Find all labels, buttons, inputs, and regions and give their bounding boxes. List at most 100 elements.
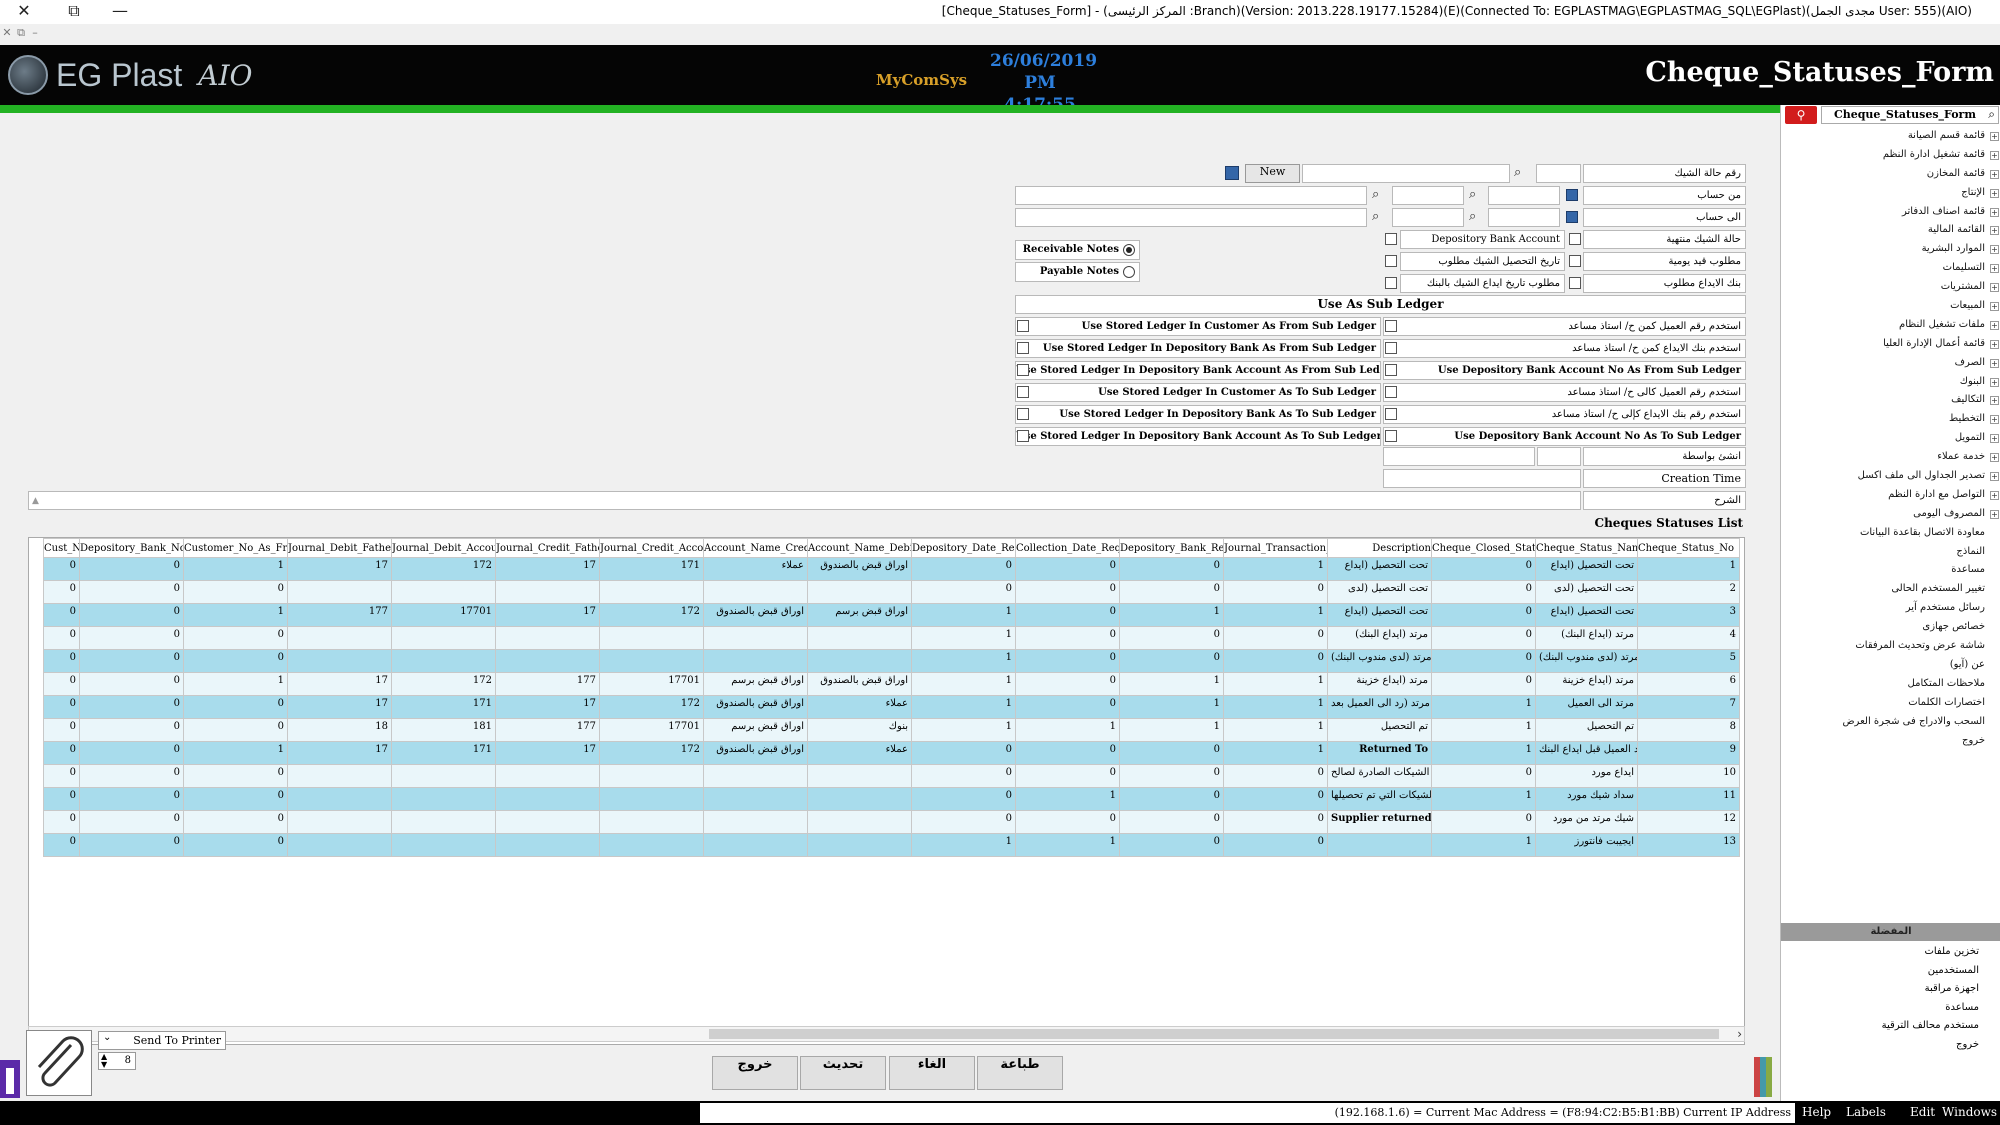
side-tab-icon[interactable] [0, 1060, 20, 1098]
payable-notes-radio[interactable] [1123, 266, 1135, 278]
search-icon[interactable]: ⌕ [1514, 164, 1521, 182]
expand-icon[interactable]: + [1990, 472, 1999, 482]
sidebar-item[interactable]: معاودة الاتصال بقاعدة البيانات [1781, 524, 2000, 543]
scrollbar-thumb[interactable] [709, 1029, 1719, 1039]
sidebar-item[interactable]: قائمة أعمال الإدارة العليا + [1781, 335, 2000, 354]
books-icon[interactable] [1754, 1057, 1772, 1097]
expand-icon[interactable]: + [1990, 132, 1999, 141]
column-header[interactable]: Journal_Debit_Account [391, 538, 496, 558]
sub-ledger-right-checkbox[interactable] [1385, 430, 1397, 442]
sidebar-item[interactable]: السحب والادراج فى شجرة العرض [1781, 713, 2000, 732]
receivable-notes-option[interactable]: Receivable Notes [1015, 240, 1140, 260]
search-icon[interactable]: ⌕ [1372, 186, 1379, 204]
horizontal-scrollbar[interactable]: › [28, 1026, 1745, 1042]
expand-icon[interactable]: + [1990, 377, 1999, 387]
expand-icon[interactable]: + [1990, 453, 1999, 463]
description-input[interactable] [28, 491, 1581, 510]
table-row[interactable]: 0 0 0 0 0 0 0 تحت التحصيل (لدى 0 تحت التحصيل (لدى… [43, 580, 1740, 604]
menu-help[interactable]: Help [1802, 1105, 1831, 1119]
table-row[interactable]: 0 0 0 0 1 0 0 الشيكات التي تم تحصيلها 1 سداد شيك … [43, 787, 1740, 811]
expand-icon[interactable]: + [1990, 509, 1999, 519]
sidebar-item[interactable]: خصائص جهازى [1781, 618, 2000, 637]
expand-icon[interactable]: + [1990, 339, 1999, 349]
sub-ledger-left-checkbox[interactable] [1017, 320, 1029, 332]
column-header[interactable]: Journal_Credit_Account [599, 538, 704, 558]
sidebar-item[interactable]: قائمة تشغيل ادارة النظم + [1781, 146, 2000, 165]
sidebar-item[interactable]: التمويل + [1781, 429, 2000, 448]
sidebar-item[interactable]: ملفات تشغيل النظام + [1781, 316, 2000, 335]
column-header[interactable]: Cheque_Closed_Status [1431, 538, 1536, 558]
cheque-status-no-input[interactable] [1536, 164, 1581, 183]
sub-ledger-right-checkbox[interactable] [1385, 364, 1397, 376]
exit-button[interactable]: خروج [712, 1056, 798, 1090]
search-button[interactable]: ⚲ [1785, 106, 1817, 124]
expand-icon[interactable]: + [1990, 264, 1999, 274]
column-header[interactable]: Account_Name_Credit_Acc [703, 538, 808, 558]
record-icon[interactable] [1225, 166, 1239, 180]
table-row[interactable]: 0 0 0 18 181 177 17701 اوراق قبض برسم بنوك 1 1 1 1 تم… [43, 718, 1740, 742]
column-header[interactable]: Journal_Debit_Father_Acc [287, 538, 392, 558]
expand-icon[interactable]: + [1990, 358, 1999, 368]
sidebar-item[interactable]: المبيعات + [1781, 297, 2000, 316]
column-header[interactable]: Journal_Credit_Father_Acc [495, 538, 600, 558]
search-icon[interactable]: ⌕ [1469, 186, 1476, 204]
menu-windows[interactable]: Windows [1942, 1105, 1997, 1119]
bank-required-checkbox[interactable] [1569, 277, 1581, 289]
scroll-right-icon[interactable]: › [1737, 1025, 1742, 1043]
from-account-icon[interactable] [1566, 189, 1578, 201]
stepper-arrows-icon[interactable]: ▲ ▼ [101, 1053, 107, 1069]
sidebar-item[interactable]: التسليمات + [1781, 259, 2000, 278]
favorite-item[interactable]: مستخدم محالف الترقية [1781, 1017, 2000, 1036]
to-account-name-input[interactable] [1015, 208, 1367, 227]
menu-labels[interactable]: Labels [1846, 1105, 1886, 1119]
sidebar-item[interactable]: التواصل مع ادارة النظم + [1781, 486, 2000, 505]
expand-icon[interactable]: + [1990, 320, 1999, 330]
table-row[interactable]: 0 0 0 1 0 0 0 مرتد (ايداع البنك) 0 مرتد (ايداع ال… [43, 626, 1740, 650]
sub-ledger-left-checkbox[interactable] [1017, 408, 1029, 420]
column-header[interactable]: Journal_Transaction_Req [1223, 538, 1328, 558]
minimize-icon[interactable]: — [106, 0, 134, 22]
sidebar-item[interactable]: ملاحظات المتكامل [1781, 675, 2000, 694]
send-to-printer-select[interactable]: ⌄ Send To Printer [98, 1031, 226, 1050]
favorite-item[interactable]: اجهزة مراقبة [1781, 980, 2000, 999]
update-button[interactable]: تحديث [800, 1056, 886, 1090]
sub-ledger-left-checkbox[interactable] [1017, 386, 1029, 398]
sub-ledger-right-checkbox[interactable] [1385, 386, 1397, 398]
deposit-date-checkbox[interactable] [1385, 277, 1397, 289]
sidebar-item[interactable]: النماذج [1781, 543, 2000, 562]
favorite-item[interactable]: تخزين ملفات [1781, 943, 2000, 962]
to-account-code-input[interactable] [1488, 208, 1560, 227]
attachment-button[interactable] [26, 1030, 92, 1096]
column-header[interactable]: Account_Name_Debit_Acc [807, 538, 912, 558]
sidebar-item[interactable]: اختصارات الكلمات [1781, 694, 2000, 713]
search-icon[interactable]: ⌕ [1469, 208, 1476, 226]
sub-ledger-left-checkbox[interactable] [1017, 342, 1029, 354]
sidebar-item[interactable]: التخطيط + [1781, 410, 2000, 429]
sidebar-item[interactable]: عن (آيو) [1781, 656, 2000, 675]
table-row[interactable]: 0 0 1 17 172 177 17701 اوراق قبض برسم اوراق قبض … [43, 672, 1740, 696]
sidebar-item[interactable]: شاشة عرض وتحديث المرفقات [1781, 637, 2000, 656]
expand-icon[interactable]: + [1990, 245, 1999, 255]
sidebar-item[interactable]: الإنتاج + [1781, 184, 2000, 203]
expand-icon[interactable]: + [1990, 207, 1999, 217]
sub-ledger-left-checkbox[interactable] [1017, 364, 1029, 376]
sidebar-item[interactable]: الصرف + [1781, 354, 2000, 373]
sub-ledger-right-checkbox[interactable] [1385, 342, 1397, 354]
column-header[interactable]: Cust_No_As [43, 538, 80, 558]
sub-ledger-right-checkbox[interactable] [1385, 408, 1397, 420]
sidebar-item[interactable]: المصروف اليومى + [1781, 505, 2000, 524]
collection-date-checkbox[interactable] [1385, 255, 1397, 267]
expand-icon[interactable]: + [1990, 169, 1999, 179]
expand-icon[interactable]: + [1990, 302, 1999, 312]
mdi-close-icon[interactable]: ✕ [0, 26, 14, 39]
new-button[interactable]: New [1245, 164, 1300, 183]
expand-icon[interactable]: + [1990, 188, 1999, 198]
from-account-code-input[interactable] [1488, 186, 1560, 205]
mdi-minimize-icon[interactable]: – [28, 26, 42, 39]
table-row[interactable]: 0 0 1 177 17701 17 172 اوراق قبض بالصندوق اوراق … [43, 603, 1740, 627]
cancel-button[interactable]: الغاء [889, 1056, 975, 1090]
sidebar-item[interactable]: تصدير الجداول الى ملف اكسل + [1781, 467, 2000, 486]
column-header[interactable]: Cheque_Status_Name [1535, 538, 1638, 558]
menu-edit[interactable]: Edit [1910, 1105, 1935, 1119]
cheque-status-name-input[interactable] [1302, 164, 1510, 183]
